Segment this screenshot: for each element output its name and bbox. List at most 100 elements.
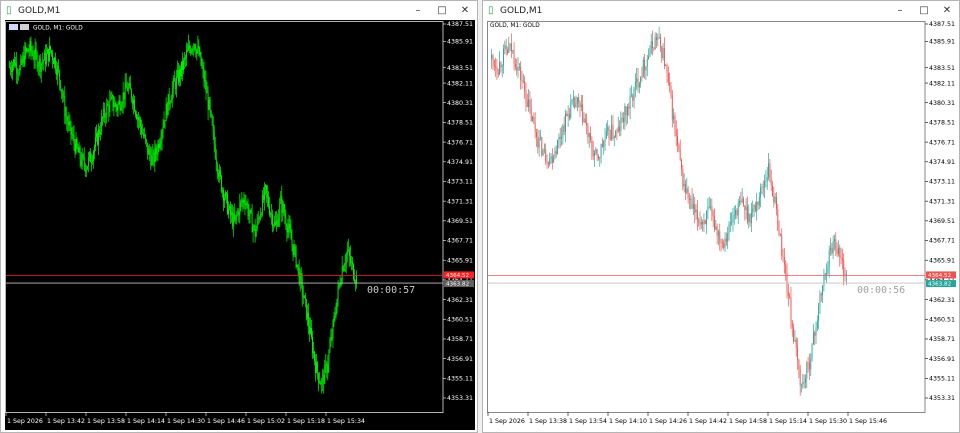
- candle-body: [785, 265, 787, 274]
- candle-body: [252, 227, 254, 233]
- candle-body: [73, 134, 75, 143]
- candle-body: [287, 228, 289, 233]
- candle-body: [209, 99, 211, 111]
- candle-body: [721, 242, 723, 244]
- candle-body: [150, 154, 152, 166]
- candle-body: [244, 203, 246, 206]
- candle-body: [501, 65, 503, 68]
- candle-body: [497, 72, 499, 75]
- candle-body: [669, 82, 671, 87]
- chart-canvas[interactable]: 4387.51 4385.91 4383.51 4382.11 4380.31 4378.…: [487, 20, 957, 430]
- candle-body: [646, 58, 648, 67]
- candle-body: [15, 62, 17, 66]
- candle-body: [509, 43, 511, 48]
- candle-body: [202, 66, 204, 69]
- chart-window-left[interactable]: ▯ GOLD,M1 – □ ✕ 4387.51 4385.91 4383.51 438…: [0, 0, 478, 433]
- candle-body: [518, 66, 520, 68]
- candle-body: [681, 159, 682, 169]
- candle-body: [195, 49, 197, 54]
- candle-body: [491, 55, 493, 60]
- candle-body: [522, 81, 524, 83]
- candle-body: [247, 203, 249, 216]
- candle-body: [507, 49, 508, 54]
- price-axis-label: 4383.51: [929, 65, 955, 72]
- candle-body: [312, 336, 313, 354]
- candle-body: [76, 139, 78, 148]
- chart-symbol-label: GOLD, M1: GOLD: [490, 23, 540, 29]
- candle-body: [113, 106, 115, 108]
- chart-canvas[interactable]: 4387.51 4385.91 4383.51 4382.11 4380.31 4378.…: [5, 20, 475, 430]
- candle-body: [746, 206, 748, 222]
- candle-body: [34, 48, 36, 60]
- candle-body: [665, 65, 667, 67]
- candle-body: [541, 137, 543, 156]
- minimize-button[interactable]: –: [409, 3, 427, 19]
- maximize-button[interactable]: □: [433, 3, 451, 19]
- candle-body: [149, 148, 151, 155]
- window-titlebar[interactable]: ▯ GOLD,M1 – □ ✕: [483, 1, 959, 21]
- candle-body: [806, 362, 808, 379]
- price-axis-label: 4371.31: [929, 198, 955, 205]
- price-chart[interactable]: 4387.51 4385.91 4383.51 4382.11 4380.31 4378.…: [5, 20, 475, 430]
- candle-body: [95, 137, 96, 147]
- time-axis-label: 1 Sep 15:46: [849, 418, 887, 425]
- candle-body: [292, 244, 294, 255]
- candle-body: [621, 118, 623, 119]
- candle-body: [155, 147, 157, 154]
- candle-body: [141, 126, 142, 134]
- candle-body: [342, 266, 344, 271]
- candle-body: [582, 104, 584, 123]
- candle-body: [224, 198, 225, 201]
- candle-body: [272, 214, 274, 227]
- candle-body: [579, 102, 581, 107]
- candle-body: [553, 157, 555, 163]
- candle-body: [51, 50, 52, 53]
- candle-body: [107, 104, 109, 106]
- window-titlebar[interactable]: ▯ GOLD,M1 – □ ✕: [1, 1, 477, 21]
- candle-body: [534, 123, 536, 133]
- candle-body: [220, 170, 221, 177]
- candle-body: [590, 132, 592, 141]
- close-button[interactable]: ✕: [456, 3, 474, 19]
- candle-body: [293, 246, 295, 255]
- price-axis-label: 4365.91: [447, 257, 473, 264]
- candle-body: [814, 332, 816, 336]
- candle-body: [750, 212, 752, 224]
- price-axis-label: 4378.51: [929, 120, 955, 127]
- candle-body: [682, 168, 684, 187]
- price-axis-label: 4385.91: [447, 39, 473, 46]
- close-button[interactable]: ✕: [938, 3, 956, 19]
- candle-body: [280, 195, 282, 204]
- candle-body: [760, 187, 762, 198]
- candle-body: [208, 99, 210, 110]
- chart-window-right[interactable]: ▯ GOLD,M1 – □ ✕ 4387.51 4385.91 4383.51 438…: [482, 0, 960, 433]
- candle-body: [197, 46, 199, 50]
- candle-body: [719, 231, 721, 243]
- candle-body: [711, 206, 713, 213]
- candle-body: [625, 106, 627, 116]
- candle-body: [316, 362, 318, 373]
- candle-body: [102, 117, 104, 119]
- candle-body: [274, 221, 276, 226]
- price-chart[interactable]: 4387.51 4385.91 4383.51 4382.11 4380.31 4378.…: [487, 20, 957, 430]
- price-axis-label: 4355.11: [447, 376, 473, 383]
- candle-body: [795, 339, 797, 348]
- candle-body: [268, 196, 269, 207]
- candle-body: [737, 203, 739, 216]
- candle-body: [301, 279, 303, 296]
- candle-body: [578, 97, 580, 103]
- candle-body: [632, 95, 634, 101]
- candle-body: [576, 97, 578, 104]
- maximize-button[interactable]: □: [915, 3, 933, 19]
- candle-body: [805, 378, 806, 383]
- candle-body: [145, 134, 147, 140]
- candle-body: [510, 43, 512, 52]
- candle-body: [587, 125, 589, 138]
- minimize-button[interactable]: –: [891, 3, 909, 19]
- candle-body: [27, 49, 29, 52]
- time-axis-label: 1 Sep 15:34: [327, 418, 365, 425]
- candle-body: [762, 186, 764, 188]
- candle-body: [60, 80, 62, 90]
- candle-body: [770, 178, 772, 186]
- candle-body: [557, 139, 559, 154]
